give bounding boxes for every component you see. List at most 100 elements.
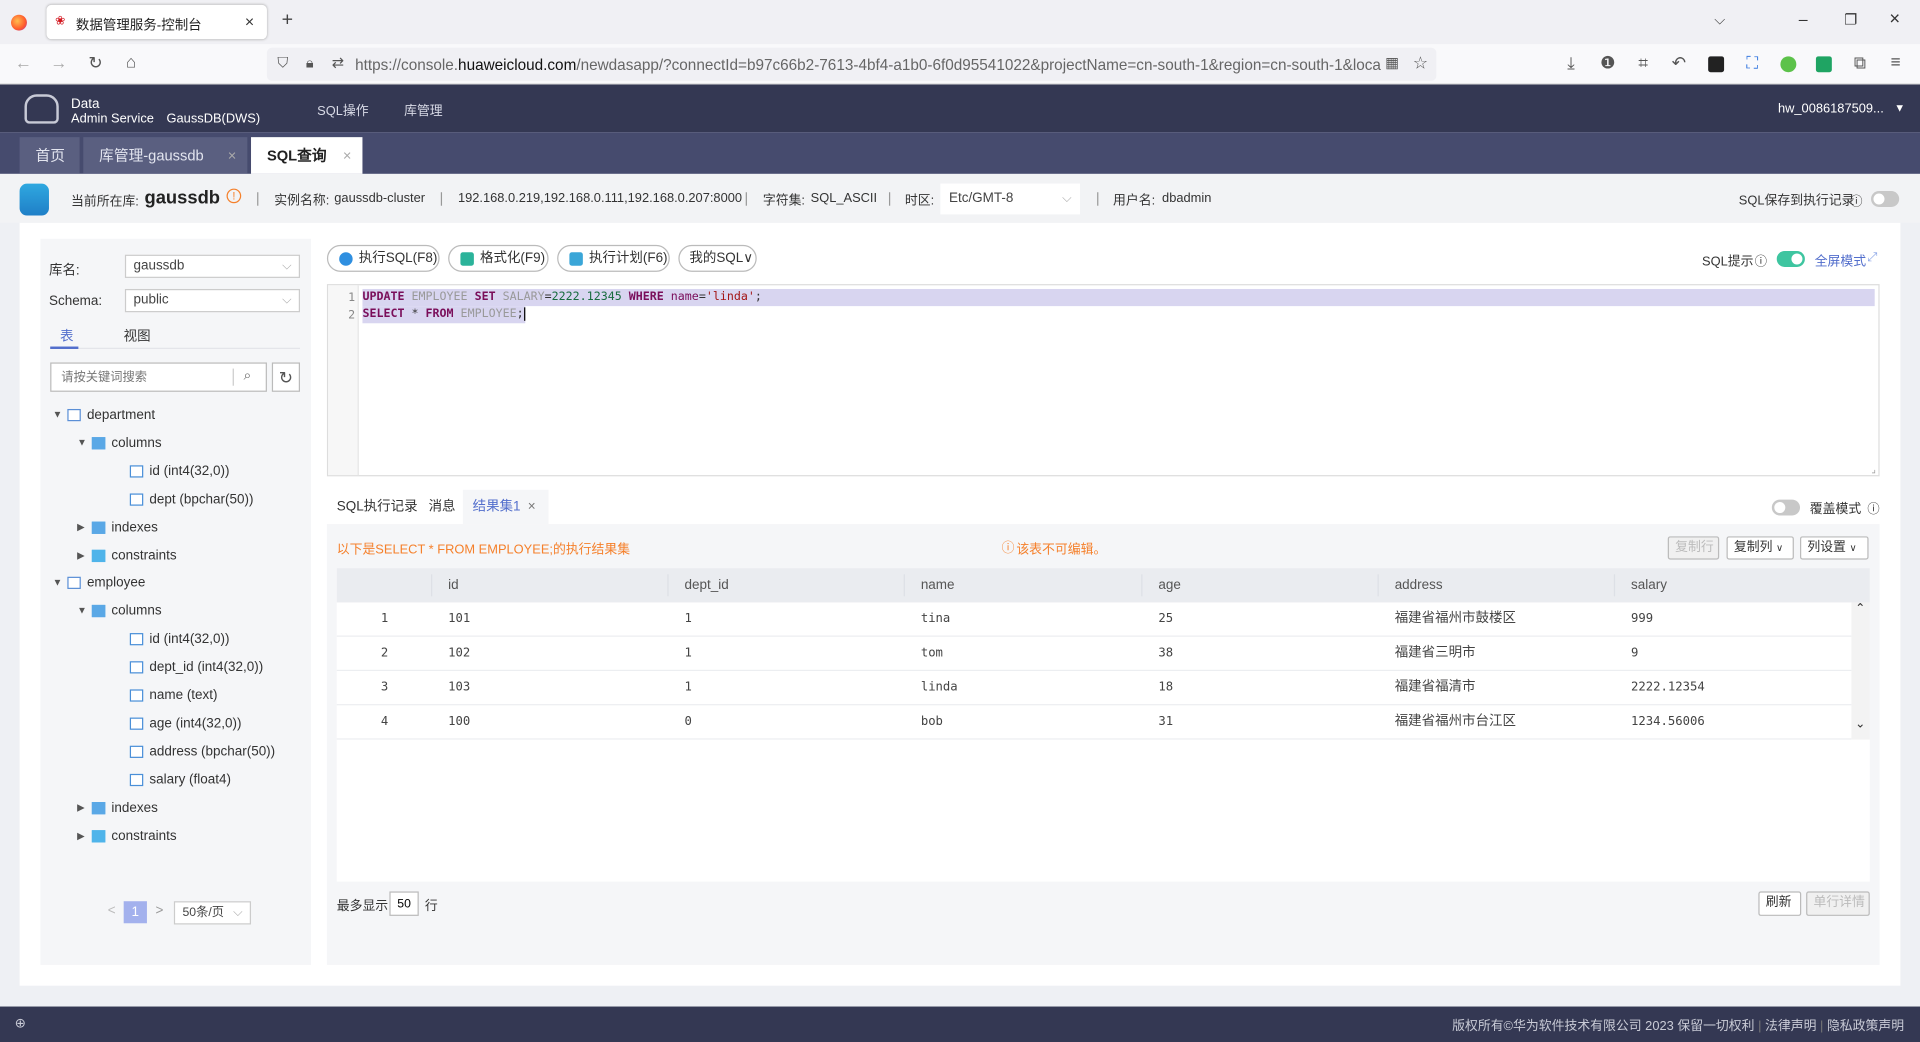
tree-node[interactable]: ▼ employee [40,572,311,594]
refresh-tree-button[interactable]: ↻ [271,362,301,392]
new-tab-button[interactable]: + [282,10,293,32]
cell-age[interactable]: 38 [1158,637,1173,670]
tree-node[interactable]: ▶ indexes [40,797,311,819]
tree-node[interactable]: ▼ columns [40,432,311,454]
tab-tables[interactable]: 表 [60,326,73,346]
restore-icon[interactable]: ❐ [1844,11,1857,28]
caret-right-icon[interactable]: ▶ [77,825,85,847]
cell-address[interactable]: 福建省福清市 [1395,671,1476,704]
cell-id[interactable]: 103 [448,671,470,704]
table-row[interactable]: 3 103 1 linda 18 福建省福清市 2222.12354 [336,671,1852,706]
search-icon[interactable]: ⌕ [244,369,252,385]
caret-right-icon[interactable]: ▶ [77,544,85,566]
prev-page-button[interactable]: < [108,904,116,919]
table-scrollbar[interactable]: ⌃ ⌄ [1851,602,1870,740]
close-result-icon[interactable]: × [528,490,536,524]
column-settings-button[interactable]: 列设置 ∨ [1800,536,1869,560]
close-tab-icon[interactable]: × [245,12,254,30]
caret-right-icon[interactable]: ▶ [77,797,85,819]
refresh-button[interactable]: 刷新 [1758,891,1802,916]
translate-extension-icon[interactable]: ⛶ [1741,53,1763,74]
cell-salary[interactable]: 9 [1631,637,1638,670]
nav-db-mgmt[interactable]: 库管理 [404,102,443,120]
cell-name[interactable]: bob [921,705,943,738]
scroll-up-icon[interactable]: ⌃ [1855,602,1865,615]
help-icon[interactable]: ⓘ [1867,498,1879,516]
cell-salary[interactable]: 999 [1631,602,1653,635]
tree-node[interactable]: dept (bpchar(50)) [40,488,311,510]
tab-sql-history[interactable]: SQL执行记录 [337,490,418,524]
code-line-2[interactable]: SELECT * FROM EMPLOYEE; [362,306,525,324]
permissions-icon[interactable]: ⇄ [327,54,349,71]
url-bar[interactable]: ⛉ 🔒︎ ⇄ https://console.huaweicloud.com/n… [266,47,1437,81]
column-header-address[interactable]: address [1395,568,1443,602]
search-input[interactable] [51,363,233,391]
user-menu[interactable]: hw_0086187509... [1778,102,1884,117]
back-icon[interactable]: ← [12,53,34,73]
scroll-down-icon[interactable]: ⌄ [1855,718,1865,731]
cell-dept_id[interactable]: 0 [684,705,691,738]
copy-column-button[interactable]: 复制列 ∨ [1726,536,1794,560]
qr-code-icon[interactable]: ▦ [1381,54,1403,71]
tab-messages[interactable]: 消息 [429,490,456,524]
green-extension-icon[interactable] [1780,56,1797,73]
db-select[interactable]: gaussdb ⌵ [124,254,301,278]
caret-down-icon[interactable]: ▼ [53,572,63,594]
tab-list-chevron-icon[interactable]: ⌵ [1714,11,1725,29]
help-icon[interactable]: ⓘ [1850,191,1862,209]
tree-node[interactable]: ▼ columns [40,600,311,622]
reload-icon[interactable]: ↻ [84,53,106,74]
cell-address[interactable]: 福建省福州市台江区 [1395,705,1516,738]
max-rows-input[interactable] [389,891,419,916]
column-header-dept_id[interactable]: dept_id [684,568,728,602]
sql-editor[interactable]: 1 2 UPDATE EMPLOYEE SET SALARY=2222.1234… [326,284,1880,477]
row-detail-button[interactable]: 单行详情 [1806,891,1870,916]
next-page-button[interactable]: > [156,904,164,919]
bookmark-star-icon[interactable]: ☆ [1409,53,1431,74]
explain-plan-button[interactable]: 执行计划(F6) [557,244,670,272]
page-1-button[interactable]: 1 [123,901,147,924]
browser-tab-active[interactable]: ❀ 数据管理服务-控制台 × [46,4,267,40]
excel-extension-icon[interactable] [1815,56,1832,73]
extensions-icon[interactable]: ⧉ [1849,53,1871,74]
table-row[interactable]: 1 101 1 tina 25 福建省福州市鼓楼区 999 [336,602,1852,637]
privacy-link[interactable]: 隐私政策声明 [1827,1019,1904,1034]
url-text[interactable]: https://console.huaweicloud.com/newdasap… [355,56,1381,73]
format-button[interactable]: 格式化(F9) [448,244,549,272]
home-icon[interactable]: ⌂ [120,51,142,71]
lock-icon[interactable]: 🔒︎ [299,54,321,72]
tab-sql-query[interactable]: SQL查询 × [251,137,363,174]
tree-node[interactable]: name (text) [40,684,311,706]
menu-icon[interactable]: ≡ [1884,51,1906,71]
tab-home[interactable]: 首页 [19,137,80,174]
timezone-select[interactable]: Etc/GMT-8 ⌵ [940,183,1081,215]
user-dropdown-icon[interactable]: ▼ [1894,102,1905,114]
cell-address[interactable]: 福建省三明市 [1395,637,1476,670]
cell-id[interactable]: 100 [448,705,470,738]
column-header-salary[interactable]: salary [1631,568,1667,602]
firefox-icon[interactable] [11,14,27,31]
cell-id[interactable]: 102 [448,637,470,670]
tree-node[interactable]: salary (float4) [40,769,311,791]
caret-down-icon[interactable]: ▼ [77,600,87,622]
cell-name[interactable]: tina [921,602,951,635]
cell-dept_id[interactable]: 1 [684,671,691,704]
code-line-1[interactable]: UPDATE EMPLOYEE SET SALARY=2222.12345 WH… [362,288,1875,307]
tree-node[interactable]: ▶ indexes [40,516,311,538]
copy-row-button[interactable]: 复制行 [1667,536,1720,560]
table-row[interactable]: 2 102 1 tom 38 福建省三明市 9 [336,637,1852,672]
table-row[interactable]: 4 100 0 bob 31 福建省福州市台江区 1234.56006 [336,705,1852,740]
cell-salary[interactable]: 1234.56006 [1631,705,1705,738]
close-window-icon[interactable]: × [1889,9,1900,30]
password-manager-icon[interactable]: ❶ [1597,53,1619,74]
sql-hint-toggle[interactable] [1776,251,1805,267]
caret-down-icon[interactable]: ▼ [77,432,87,454]
column-header-id[interactable]: id [448,568,458,602]
cell-age[interactable]: 18 [1158,671,1173,704]
forward-icon[interactable]: → [48,53,70,73]
tree-node[interactable]: ▼ department [40,404,311,426]
cell-name[interactable]: linda [921,671,958,704]
run-sql-button[interactable]: 执行SQL(F8) [326,244,440,272]
dark-extension-icon[interactable] [1708,56,1725,73]
fullscreen-button[interactable]: 全屏模式 [1815,252,1866,270]
